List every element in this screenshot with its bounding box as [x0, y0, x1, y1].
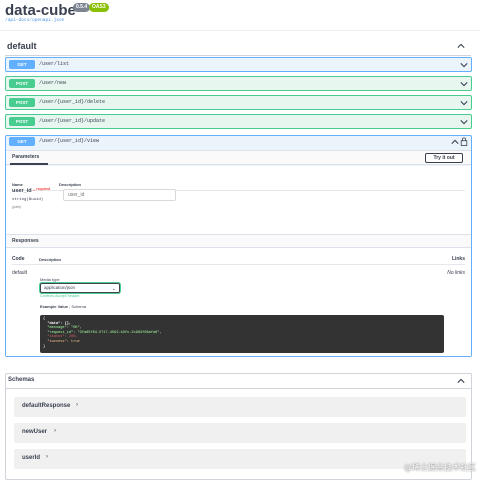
- schema-name: userId: [22, 455, 41, 461]
- chevron-down-icon[interactable]: [460, 118, 468, 126]
- schema-item-default-response[interactable]: defaultResponse ›: [14, 397, 466, 417]
- method-badge: GET: [9, 60, 35, 69]
- media-type-label: Media type: [40, 277, 60, 282]
- lock-icon[interactable]: [460, 137, 468, 146]
- operation-path: /user/{user_id}/view: [39, 138, 100, 144]
- code-line: "message": "OK",: [43, 326, 82, 331]
- param-name: user_id * required: [12, 187, 51, 194]
- no-links-text: No links: [447, 270, 465, 276]
- try-it-out-button[interactable]: Try it out: [425, 153, 463, 163]
- controls-accept-hint: Controls Accept header.: [40, 294, 81, 298]
- media-type-value: application/json: [44, 285, 76, 290]
- operation-summary[interactable]: GET /user/{user_id}/view: [6, 136, 471, 149]
- operation-path: /user/list: [39, 61, 70, 67]
- method-badge: GET: [9, 137, 35, 146]
- method-badge: POST: [9, 117, 35, 126]
- method-badge: POST: [9, 98, 35, 107]
- chevron-down-icon[interactable]: [460, 80, 468, 88]
- chevron-down-icon: ⌄: [111, 286, 116, 292]
- chevron-up-icon[interactable]: [457, 377, 465, 385]
- media-type-select[interactable]: application/json ⌄: [40, 283, 120, 293]
- schemas-divider: [6, 388, 471, 389]
- section-default-header[interactable]: default: [5, 38, 471, 56]
- method-badge: POST: [9, 79, 35, 88]
- chevron-right-icon: ›: [54, 428, 56, 434]
- parameters-header: Parameters Try it out: [6, 150, 471, 165]
- param-type: string($uuid): [12, 198, 44, 202]
- schemas-section: Schemas defaultResponse › newUser › user…: [5, 373, 472, 480]
- tab-underline: [10, 163, 48, 165]
- app-title: data-cube: [5, 2, 76, 19]
- schema-item-user-id[interactable]: userId ›: [14, 449, 466, 469]
- response-column-links: Links: [451, 256, 465, 262]
- watermark: @稀土掘金技术社区: [404, 463, 476, 472]
- responses-title: Responses: [12, 238, 39, 244]
- code-line: "status": 200,: [43, 335, 78, 340]
- schemas-title[interactable]: Schemas: [8, 377, 34, 383]
- tab-example-value[interactable]: Example Value: [40, 304, 68, 309]
- example-tabs: Example Value | Schema: [40, 304, 86, 309]
- operation-path: /user/new: [39, 80, 67, 86]
- version-badge: 0.5.4: [73, 3, 91, 12]
- code-line: {: [43, 317, 46, 321]
- tab-schema[interactable]: Schema: [71, 304, 86, 309]
- chevron-right-icon: ›: [46, 454, 48, 460]
- table-divider: [12, 264, 465, 265]
- operation-post-user-update[interactable]: POST /user/{user_id}/update: [5, 114, 472, 129]
- oas-badge: OAS3: [89, 3, 109, 12]
- operation-post-user-new[interactable]: POST /user/new: [5, 76, 472, 91]
- code-line: "data": {},: [43, 321, 72, 326]
- responses-header: Responses: [6, 234, 471, 248]
- code-line: }: [43, 344, 46, 349]
- user-id-input[interactable]: [63, 189, 176, 201]
- chevron-down-icon[interactable]: [460, 61, 468, 69]
- column-header-description: Description: [59, 182, 82, 187]
- section-title: default: [7, 41, 37, 51]
- param-name-text: user_id: [12, 188, 32, 194]
- required-star: *: [33, 188, 35, 193]
- operation-get-user-list[interactable]: GET /user/list: [5, 57, 472, 72]
- column-header-name: Name: [12, 182, 23, 187]
- operation-path: /user/{user_id}/delete: [39, 99, 106, 105]
- chevron-up-icon[interactable]: [451, 138, 459, 146]
- header-divider: [0, 30, 480, 31]
- operation-body: Name Description user_id * required stri…: [6, 166, 471, 356]
- chevron-up-icon[interactable]: [457, 42, 465, 50]
- operation-get-user-view: GET /user/{user_id}/view Parameters Try …: [5, 135, 472, 357]
- schema-name: newUser: [22, 429, 48, 435]
- tab-parameters[interactable]: Parameters: [12, 154, 39, 160]
- app-header: data-cube 0.5.4 OAS3 /api-docs/openapi.j…: [5, 2, 475, 30]
- schema-name: defaultResponse: [22, 403, 71, 409]
- response-code: default: [12, 270, 28, 276]
- response-column-code: Code: [12, 256, 25, 262]
- code-line: "success": true: [43, 339, 80, 344]
- schema-item-new-user[interactable]: newUser ›: [14, 423, 466, 443]
- required-label: required: [36, 187, 51, 191]
- response-column-description: Description: [39, 257, 62, 262]
- chevron-right-icon: ›: [76, 402, 78, 408]
- param-location: (path): [12, 205, 22, 209]
- operation-path: /user/{user_id}/update: [39, 118, 106, 124]
- chevron-down-icon[interactable]: [460, 99, 468, 107]
- example-code-block: { "data": {}, "message": "OK", "request_…: [40, 315, 444, 353]
- operation-post-user-delete[interactable]: POST /user/{user_id}/delete: [5, 95, 472, 110]
- spec-link[interactable]: /api-docs/openapi.json: [5, 18, 64, 23]
